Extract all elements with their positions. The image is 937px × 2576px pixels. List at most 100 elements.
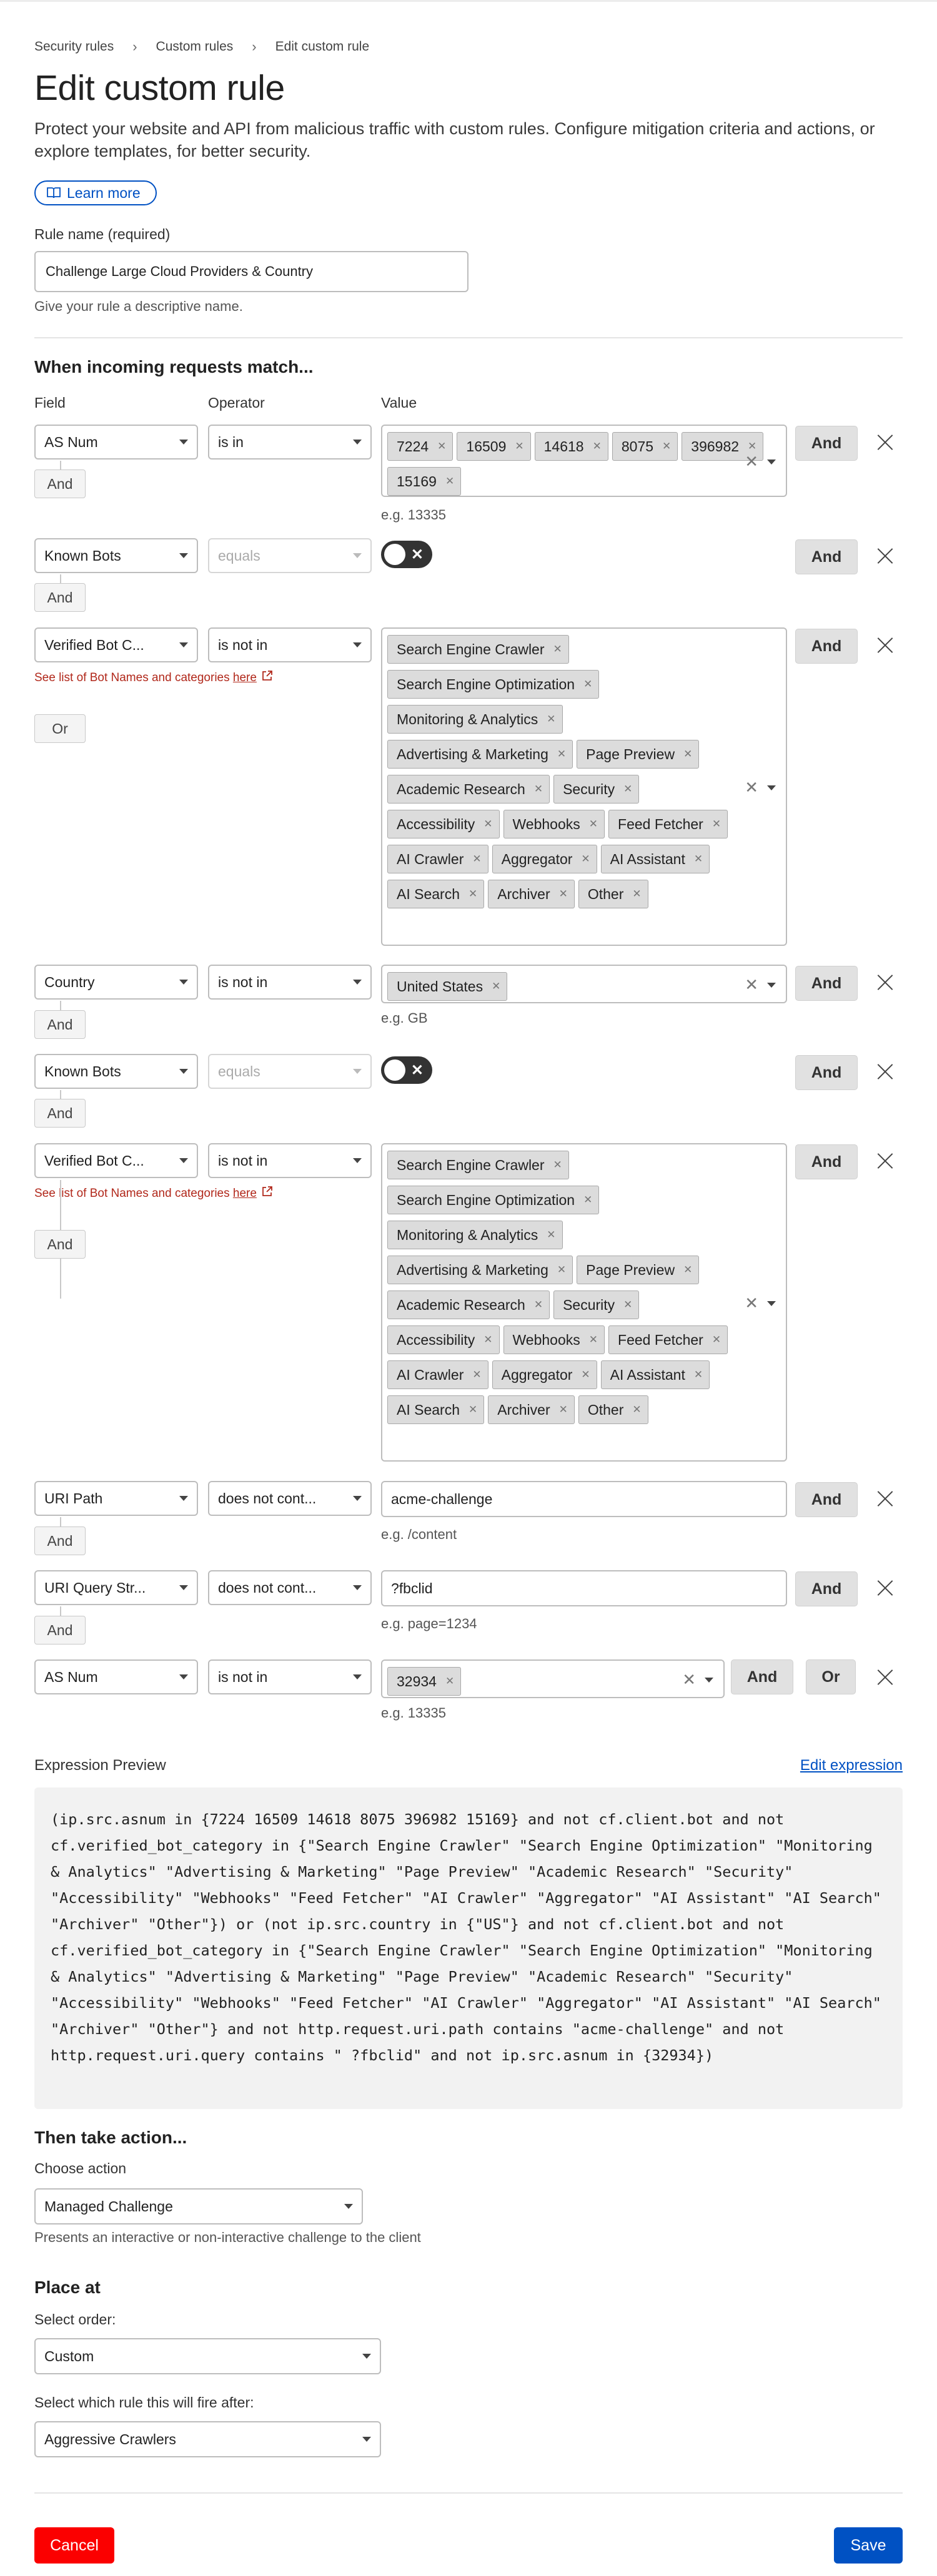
and-button[interactable]: And [795, 629, 858, 664]
remove-tag-icon[interactable]: ✕ [492, 980, 500, 993]
remove-tag-icon[interactable]: ✕ [445, 1675, 454, 1688]
remove-tag-icon[interactable]: ✕ [468, 1404, 477, 1416]
and-button[interactable]: And [795, 1482, 858, 1517]
bot-categories-link[interactable]: See list of Bot Names and categories her… [34, 1186, 273, 1201]
remove-tag-icon[interactable]: ✕ [557, 1264, 566, 1276]
and-button[interactable]: And [795, 1055, 858, 1090]
remove-tag-icon[interactable]: ✕ [472, 853, 481, 865]
clear-all-icon[interactable]: ✕ [682, 1670, 696, 1689]
remove-tag-icon[interactable]: ✕ [581, 853, 590, 865]
remove-condition-icon[interactable] [876, 1063, 894, 1080]
clear-all-icon[interactable]: ✕ [745, 1294, 758, 1313]
add-and-condition-button[interactable]: And [34, 1616, 86, 1644]
and-button[interactable]: And [795, 1571, 858, 1606]
remove-condition-icon[interactable] [876, 1490, 894, 1507]
remove-tag-icon[interactable]: ✕ [623, 783, 632, 795]
add-or-group-button[interactable]: Or [34, 714, 86, 743]
remove-tag-icon[interactable]: ✕ [581, 1369, 590, 1381]
remove-condition-icon[interactable] [876, 433, 894, 451]
bot-categories-link[interactable]: See list of Bot Names and categories her… [34, 670, 273, 685]
breadcrumb-custom-rules[interactable]: Custom rules [156, 39, 234, 54]
add-and-condition-button[interactable]: And [34, 469, 86, 498]
add-and-condition-button[interactable]: And [34, 1099, 86, 1128]
operator-select[interactable]: is in [208, 425, 372, 460]
remove-tag-icon[interactable]: ✕ [712, 818, 721, 830]
remove-tag-icon[interactable]: ✕ [632, 888, 641, 900]
field-select[interactable]: Verified Bot C... [34, 1143, 198, 1178]
and-button[interactable]: And [795, 539, 858, 574]
remove-tag-icon[interactable]: ✕ [557, 748, 566, 760]
remove-tag-icon[interactable]: ✕ [589, 818, 598, 830]
edit-expression-link[interactable]: Edit expression [800, 1757, 903, 1774]
remove-tag-icon[interactable]: ✕ [553, 1159, 562, 1171]
remove-condition-icon[interactable] [876, 547, 894, 564]
bot-link-here[interactable]: here [233, 671, 257, 684]
remove-tag-icon[interactable]: ✕ [683, 1264, 692, 1276]
value-input[interactable]: ?fbclid [381, 1570, 787, 1606]
remove-tag-icon[interactable]: ✕ [437, 440, 446, 453]
remove-tag-icon[interactable]: ✕ [683, 748, 692, 760]
remove-tag-icon[interactable]: ✕ [694, 853, 703, 865]
cancel-button[interactable]: Cancel [34, 2527, 114, 2564]
rule-name-input[interactable]: Challenge Large Cloud Providers & Countr… [34, 251, 468, 292]
field-select[interactable]: Country [34, 965, 198, 1000]
clear-all-icon[interactable]: ✕ [745, 975, 758, 995]
remove-condition-icon[interactable] [876, 973, 894, 991]
remove-tag-icon[interactable]: ✕ [534, 783, 543, 795]
value-multiselect[interactable]: 32934 ✕ ✕ [381, 1659, 725, 1698]
and-button[interactable]: And [795, 1144, 858, 1179]
field-select[interactable]: AS Num [34, 1659, 198, 1694]
add-and-condition-button[interactable]: And [34, 583, 86, 612]
remove-tag-icon[interactable]: ✕ [472, 1369, 481, 1381]
learn-more-button[interactable]: Learn more [34, 180, 157, 205]
and-button[interactable]: And [731, 1659, 793, 1694]
value-multiselect[interactable]: Search Engine Crawler ✕ Search Engine Opti… [381, 1143, 787, 1462]
breadcrumb-security-rules[interactable]: Security rules [34, 39, 114, 54]
operator-select[interactable]: does not cont... [208, 1570, 372, 1605]
remove-tag-icon[interactable]: ✕ [468, 888, 477, 900]
add-and-condition-button[interactable]: And [34, 1230, 86, 1259]
remove-condition-icon[interactable] [876, 1579, 894, 1596]
or-button[interactable]: Or [806, 1659, 856, 1694]
value-input[interactable]: acme-challenge [381, 1481, 787, 1517]
operator-select[interactable]: is not in [208, 1143, 372, 1178]
operator-select[interactable]: is not in [208, 1659, 372, 1694]
and-button[interactable]: And [795, 966, 858, 1001]
operator-select[interactable]: is not in [208, 965, 372, 1000]
value-multiselect[interactable]: United States ✕ ✕ [381, 965, 787, 1003]
remove-tag-icon[interactable]: ✕ [632, 1404, 641, 1416]
remove-tag-icon[interactable]: ✕ [553, 643, 562, 656]
fire-after-select[interactable]: Aggressive Crawlers [34, 2421, 381, 2457]
remove-tag-icon[interactable]: ✕ [712, 1334, 721, 1346]
remove-condition-icon[interactable] [876, 1152, 894, 1169]
action-select[interactable]: Managed Challenge [34, 2188, 363, 2225]
add-and-condition-button[interactable]: And [34, 1526, 86, 1555]
add-and-condition-button[interactable]: And [34, 1010, 86, 1039]
value-multiselect[interactable]: 7224 ✕ 16509 ✕ 14618 ✕ 8075 ✕ 396982 ✕ 15169 ✕ ✕ [381, 425, 787, 497]
remove-tag-icon[interactable]: ✕ [547, 1229, 555, 1241]
field-select[interactable]: Known Bots [34, 538, 198, 573]
remove-tag-icon[interactable]: ✕ [445, 475, 454, 488]
remove-condition-icon[interactable] [876, 1668, 894, 1686]
remove-tag-icon[interactable]: ✕ [694, 1369, 703, 1381]
remove-tag-icon[interactable]: ✕ [483, 818, 492, 830]
remove-tag-icon[interactable]: ✕ [483, 1334, 492, 1346]
remove-tag-icon[interactable]: ✕ [662, 440, 671, 453]
bot-link-here[interactable]: here [233, 1187, 257, 1200]
field-select[interactable]: URI Path [34, 1481, 198, 1516]
save-button[interactable]: Save [834, 2527, 903, 2564]
order-select[interactable]: Custom [34, 2338, 381, 2374]
remove-tag-icon[interactable]: ✕ [534, 1299, 543, 1311]
clear-all-icon[interactable]: ✕ [745, 778, 758, 797]
value-multiselect[interactable]: Search Engine Crawler ✕ Search Engine Opti… [381, 627, 787, 946]
field-select[interactable]: URI Query Str... [34, 1570, 198, 1605]
remove-tag-icon[interactable]: ✕ [623, 1299, 632, 1311]
known-bots-toggle[interactable]: ✕ [381, 1056, 432, 1084]
field-select[interactable]: AS Num [34, 425, 198, 460]
known-bots-toggle[interactable]: ✕ [381, 541, 432, 568]
remove-condition-icon[interactable] [876, 636, 894, 654]
field-select[interactable]: Verified Bot C... [34, 627, 198, 662]
and-button[interactable]: And [795, 426, 858, 461]
operator-select[interactable]: does not cont... [208, 1481, 372, 1516]
field-select[interactable]: Known Bots [34, 1054, 198, 1089]
